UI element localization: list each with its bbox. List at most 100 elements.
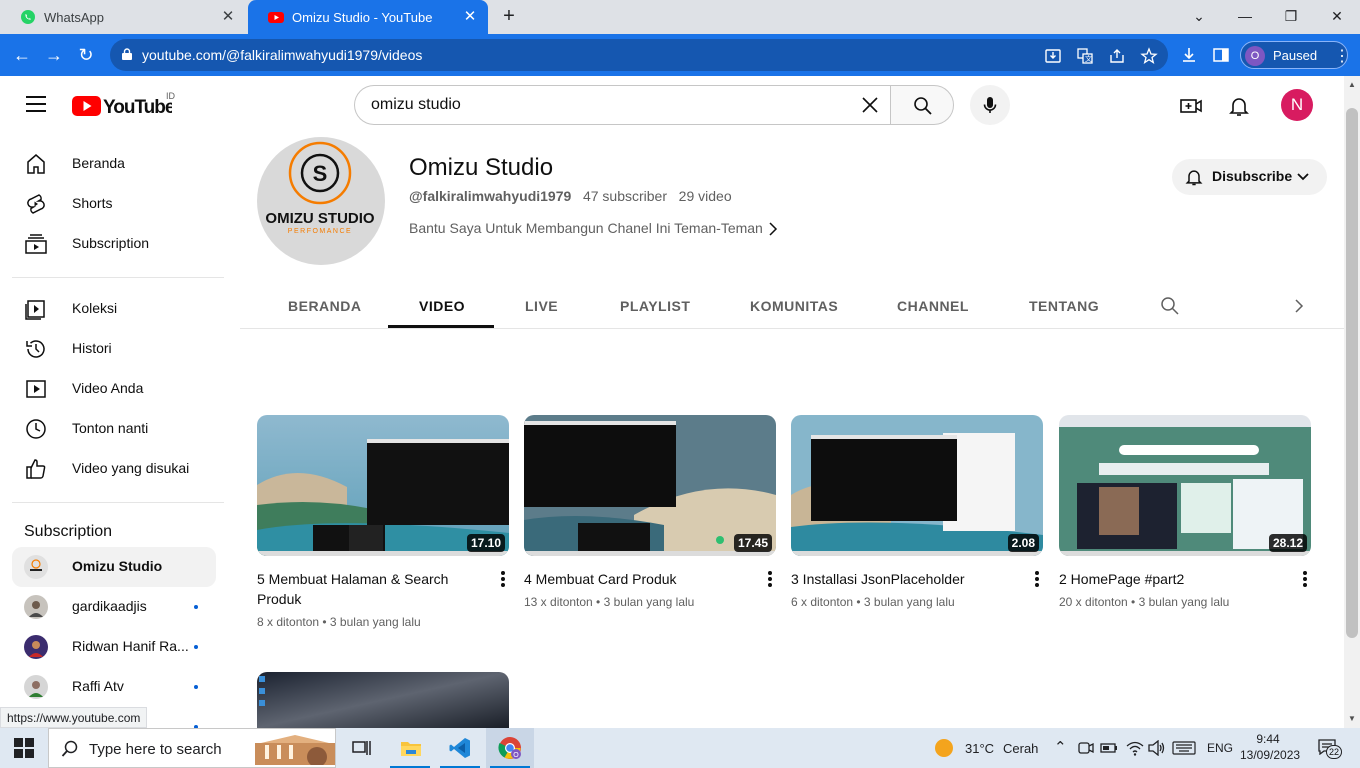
sidebar-item-history[interactable]: Histori [12, 329, 216, 369]
taskbar-chrome[interactable]: O [486, 728, 534, 768]
tab-channel[interactable]: CHANNEL [897, 298, 969, 314]
url-text: youtube.com/@falkiralimwahyudi1979/video… [142, 47, 423, 63]
side-panel-icon[interactable] [1212, 46, 1230, 64]
tab-beranda[interactable]: BERANDA [288, 298, 362, 314]
tray-overflow-chevron-icon[interactable]: ⌃ [1054, 738, 1067, 756]
translate-icon[interactable]: 文 [1076, 47, 1094, 65]
windows-start-icon[interactable] [14, 738, 34, 758]
video-thumbnail[interactable] [257, 672, 509, 728]
tab-search-chevron-icon[interactable]: ⌄ [1176, 4, 1222, 28]
sidebar-item-your-videos[interactable]: Video Anda [12, 369, 216, 409]
video-options-icon[interactable] [497, 571, 509, 591]
tab-komunitas[interactable]: KOMUNITAS [750, 298, 838, 314]
weather-description[interactable]: Cerah [1003, 741, 1038, 756]
download-icon[interactable] [1180, 46, 1198, 64]
meet-now-icon[interactable] [1078, 741, 1094, 755]
sidebar-sub-gardikaadjis[interactable]: gardikaadjis [12, 587, 216, 627]
video-title[interactable]: 4 Membuat Card Produk [524, 569, 752, 589]
battery-icon[interactable] [1100, 741, 1118, 755]
profile-button[interactable]: O Paused [1240, 41, 1348, 69]
volume-icon[interactable] [1148, 740, 1166, 756]
video-views: 20 x ditonton [1059, 595, 1128, 609]
video-title[interactable]: 3 Installasi JsonPlaceholder [791, 569, 1019, 589]
back-button[interactable]: ← [10, 43, 34, 67]
video-title[interactable]: 2 HomePage #part2 [1059, 569, 1287, 589]
video-thumbnail[interactable]: 28.12 [1059, 415, 1311, 556]
video-options-icon[interactable] [764, 571, 776, 591]
close-tab-icon[interactable]: ✕ [462, 9, 478, 25]
notifications-bell-icon[interactable] [1227, 94, 1251, 118]
video-thumbnail[interactable]: 17.10 [257, 415, 509, 556]
sidebar-item-label: Tonton nanti [72, 420, 149, 436]
tab-live[interactable]: LIVE [525, 298, 558, 314]
tabs-scroll-right-icon[interactable] [1292, 297, 1306, 315]
tab-whatsapp[interactable]: WhatsApp ✕ [0, 0, 246, 34]
scroll-down-icon[interactable]: ▼ [1348, 714, 1356, 723]
taskbar-file-explorer[interactable] [386, 728, 434, 768]
sidebar-sub-ridwan-hanif[interactable]: Ridwan Hanif Ra... [12, 627, 216, 667]
hamburger-menu-icon[interactable] [26, 96, 46, 112]
account-avatar[interactable]: N [1281, 89, 1313, 121]
video-card[interactable]: 17.10 5 Membuat Halaman & Search Produk … [257, 415, 509, 635]
tab-youtube[interactable]: Omizu Studio - YouTube ✕ [248, 0, 488, 34]
clear-search-icon[interactable] [860, 95, 880, 115]
search-input[interactable]: omizu studio [354, 85, 890, 125]
browser-menu-icon[interactable]: ⋮ [1334, 46, 1350, 66]
create-video-icon[interactable] [1179, 94, 1203, 118]
task-view-button[interactable] [338, 728, 386, 768]
channel-search-icon[interactable] [1160, 296, 1180, 316]
channel-description[interactable]: Bantu Saya Untuk Membangun Chanel Ini Te… [409, 220, 763, 236]
notification-center-button[interactable]: 22 [1318, 739, 1342, 759]
channel-avatar-large[interactable]: S OMIZU STUDIO PERFOMANCE [257, 137, 385, 265]
share-icon[interactable] [1108, 47, 1126, 65]
taskbar-clock[interactable]: 9:44 13/09/2023 [1240, 731, 1300, 763]
taskbar-vscode[interactable] [436, 728, 484, 768]
bookmark-star-icon[interactable] [1140, 47, 1158, 65]
scroll-up-icon[interactable]: ▲ [1348, 80, 1356, 89]
page-scrollbar[interactable]: ▲ ▼ [1344, 76, 1360, 728]
restore-button[interactable]: ❐ [1268, 4, 1314, 28]
weather-sun-icon[interactable] [934, 738, 954, 758]
minimize-button[interactable]: — [1222, 4, 1268, 28]
close-window-button[interactable]: ✕ [1314, 4, 1360, 28]
sidebar-item-library[interactable]: Koleksi [12, 289, 216, 329]
sidebar-item-home[interactable]: Beranda [12, 144, 216, 184]
reload-button[interactable]: ↻ [74, 43, 98, 67]
video-title[interactable]: 5 Membuat Halaman & Search Produk [257, 569, 485, 609]
video-card[interactable] [257, 672, 509, 728]
taskbar-search-box[interactable]: Type here to search [48, 728, 336, 768]
search-button[interactable] [890, 85, 954, 125]
video-card[interactable]: 17.45 4 Membuat Card Produk 13 x ditonto… [524, 415, 776, 615]
keyboard-icon[interactable] [1172, 741, 1196, 755]
sidebar-item-liked-videos[interactable]: Video yang disukai [12, 449, 216, 489]
video-card[interactable]: 28.12 2 HomePage #part2 20 x ditonton • … [1059, 415, 1311, 615]
address-bar[interactable]: youtube.com/@falkiralimwahyudi1979/video… [110, 39, 1168, 71]
new-tab-button[interactable]: + [498, 6, 520, 28]
sidebar-item-subscriptions[interactable]: Subscription [12, 224, 216, 264]
close-tab-icon[interactable]: ✕ [220, 9, 236, 25]
svg-text:S: S [313, 161, 328, 186]
youtube-logo[interactable]: YouTube [72, 95, 172, 117]
sidebar-sub-omizu-studio[interactable]: Omizu Studio [12, 547, 216, 587]
video-card[interactable]: 2.08 3 Installasi JsonPlaceholder 6 x di… [791, 415, 1043, 615]
sidebar-item-shorts[interactable]: Shorts [12, 184, 216, 224]
forward-button[interactable]: → [42, 43, 66, 67]
scrollbar-thumb[interactable] [1346, 108, 1358, 638]
chevron-right-icon[interactable] [768, 222, 778, 236]
weather-temperature[interactable]: 31°C [965, 741, 994, 756]
subscribed-button[interactable]: Disubscribe [1172, 159, 1327, 195]
video-options-icon[interactable] [1031, 571, 1043, 591]
tab-playlist[interactable]: PLAYLIST [620, 298, 690, 314]
install-app-icon[interactable] [1044, 47, 1062, 65]
video-thumbnail[interactable]: 2.08 [791, 415, 1043, 556]
channel-avatar [24, 635, 48, 659]
video-thumbnail[interactable]: 17.45 [524, 415, 776, 556]
voice-search-button[interactable] [970, 85, 1010, 125]
input-language[interactable]: ENG [1207, 741, 1233, 755]
tab-tentang[interactable]: TENTANG [1029, 298, 1099, 314]
sidebar-sub-raffi-atv[interactable]: Raffi Atv [12, 667, 216, 707]
sidebar-item-watch-later[interactable]: Tonton nanti [12, 409, 216, 449]
video-options-icon[interactable] [1299, 571, 1311, 591]
wifi-icon[interactable] [1126, 740, 1144, 756]
tab-video[interactable]: VIDEO [419, 298, 465, 314]
